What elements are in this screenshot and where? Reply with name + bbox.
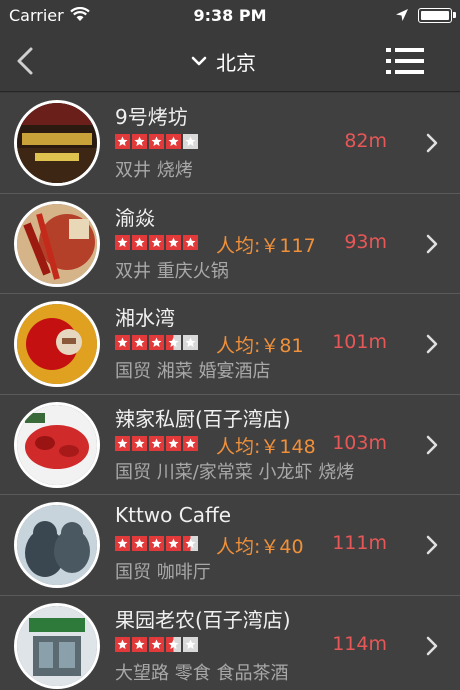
city-selector[interactable]: 北京 — [190, 46, 256, 76]
restaurant-row[interactable]: Kttwo Caffe 人均:￥40 111m 国贸 咖啡厅 — [0, 495, 460, 596]
battery-icon — [418, 8, 456, 23]
chevron-right-icon — [426, 636, 438, 655]
star-icon — [115, 536, 130, 551]
chevron-right-icon — [426, 535, 438, 555]
star-icon — [183, 134, 198, 149]
restaurant-row[interactable]: 湘水湾 人均:￥81 101m 国贸 湘菜 婚宴酒店 — [0, 294, 460, 395]
chevron-right-icon — [426, 234, 438, 253]
restaurant-row[interactable]: 9号烤坊 82m 双井 烧烤 — [0, 93, 460, 194]
restaurant-name: 渝焱 — [115, 205, 155, 230]
restaurant-row[interactable]: 果园老农(百子湾店) 114m 大望路 零食 食品茶酒 — [0, 595, 460, 690]
star-icon — [132, 335, 147, 350]
star-rating — [115, 536, 198, 551]
star-rating — [115, 335, 198, 350]
star-icon — [166, 134, 181, 149]
star-icon — [132, 536, 147, 551]
star-icon — [132, 435, 147, 451]
star-rating — [115, 134, 198, 149]
star-icon — [132, 134, 147, 149]
status-bar: Carrier 9:38 PM — [0, 0, 460, 32]
city-name: 北京 — [216, 50, 256, 75]
status-time: 9:38 PM — [193, 6, 267, 25]
restaurant-tags: 大望路 零食 食品茶酒 — [115, 662, 289, 684]
chevron-right-icon — [426, 133, 438, 153]
distance: 82m — [344, 130, 387, 152]
distance: 93m — [344, 230, 387, 253]
star-icon — [183, 536, 198, 551]
distance: 101m — [332, 331, 387, 353]
star-icon — [166, 435, 181, 451]
star-icon — [183, 234, 198, 250]
restaurant-photo — [14, 602, 100, 689]
restaurant-photo — [14, 301, 100, 387]
restaurant-name: Kttwo Caffe — [115, 503, 232, 527]
restaurant-tags: 双井 烧烤 — [115, 160, 193, 181]
star-rating — [115, 234, 198, 250]
distance: 111m — [332, 532, 387, 554]
star-icon — [115, 134, 130, 149]
distance: 103m — [332, 431, 387, 454]
restaurant-list: 9号烤坊 82m 双井 烧烤 渝焱 人均:￥117 93m 双井 重庆火锅 湘水… — [0, 93, 460, 690]
chevron-right-icon — [426, 334, 438, 354]
chevron-left-icon[interactable] — [10, 44, 40, 78]
location-arrow-icon — [396, 9, 408, 21]
star-icon — [149, 134, 164, 149]
star-icon — [166, 536, 181, 551]
star-icon — [115, 435, 130, 451]
star-icon — [183, 335, 198, 350]
navigation-bar: 北京 — [0, 32, 460, 92]
star-icon — [149, 234, 164, 250]
restaurant-photo — [14, 200, 100, 287]
star-icon — [183, 435, 198, 451]
star-rating — [115, 636, 198, 652]
restaurant-photo — [14, 100, 100, 186]
restaurant-name: 果园老农(百子湾店) — [115, 607, 291, 632]
star-icon — [115, 636, 130, 652]
average-price: 人均:￥40 — [216, 536, 304, 558]
restaurant-row[interactable]: 渝焱 人均:￥117 93m 双井 重庆火锅 — [0, 193, 460, 295]
star-icon — [149, 536, 164, 551]
star-icon — [115, 335, 130, 350]
star-icon — [149, 335, 164, 350]
restaurant-tags: 国贸 咖啡厅 — [115, 562, 211, 583]
star-icon — [132, 234, 147, 250]
star-icon — [149, 636, 164, 652]
restaurant-row[interactable]: 辣家私厨(百子湾店) 人均:￥148 103m 国贸 川菜/家常菜 小龙虾 烧烤 — [0, 394, 460, 496]
star-icon — [183, 636, 198, 652]
restaurant-name: 辣家私厨(百子湾店) — [115, 406, 291, 431]
restaurant-photo — [14, 401, 100, 488]
star-rating — [115, 435, 198, 451]
star-icon — [166, 335, 181, 350]
restaurant-tags: 国贸 湘菜 婚宴酒店 — [115, 361, 271, 382]
chevron-right-icon — [426, 435, 438, 454]
average-price: 人均:￥81 — [216, 335, 304, 357]
list-menu-icon[interactable] — [384, 44, 426, 78]
restaurant-name: 9号烤坊 — [115, 105, 188, 129]
star-icon — [115, 234, 130, 250]
star-icon — [149, 435, 164, 451]
chevron-down-icon — [191, 56, 207, 66]
star-icon — [166, 234, 181, 250]
restaurant-tags: 双井 重庆火锅 — [115, 260, 229, 282]
star-icon — [132, 636, 147, 652]
restaurant-tags: 国贸 川菜/家常菜 小龙虾 烧烤 — [115, 461, 355, 483]
distance: 114m — [332, 632, 387, 655]
restaurant-name: 湘水湾 — [115, 306, 175, 330]
star-icon — [166, 636, 181, 652]
restaurant-photo — [14, 502, 100, 588]
